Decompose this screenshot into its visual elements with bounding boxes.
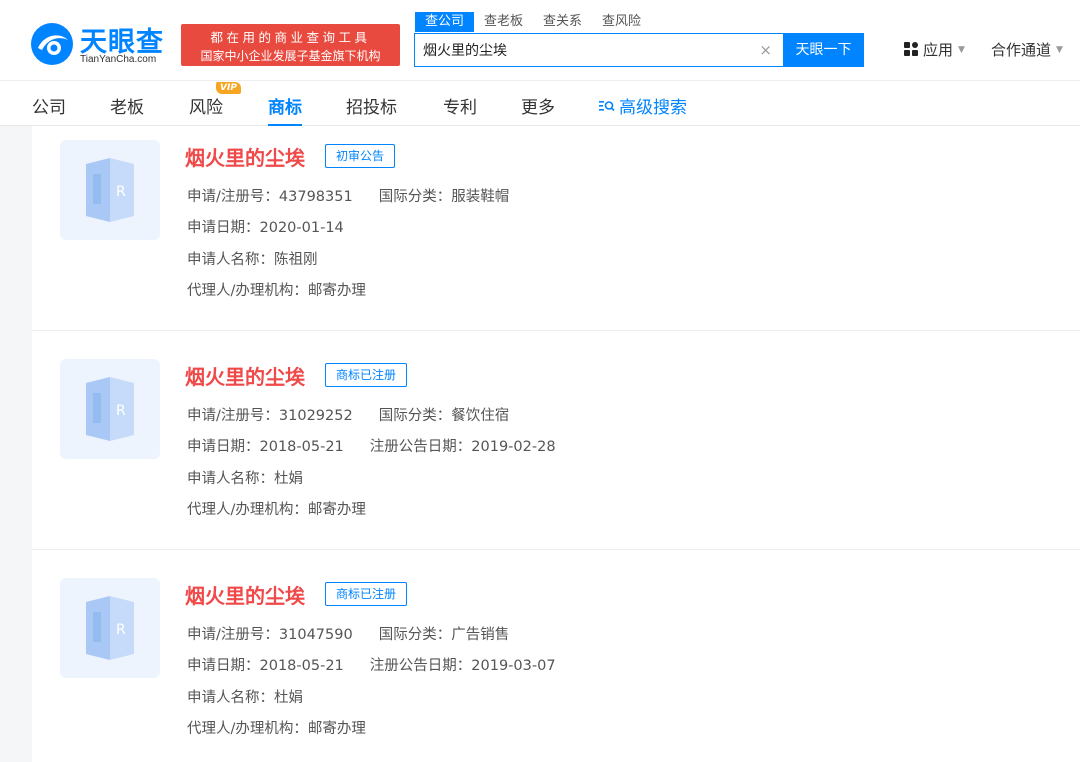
- date-label: 申请日期：: [187, 220, 260, 236]
- search-button[interactable]: 天眼一下: [783, 33, 864, 67]
- status-badge: 商标已注册: [325, 582, 408, 606]
- class-value: 服装鞋帽: [451, 189, 510, 205]
- clear-icon[interactable]: ×: [759, 41, 772, 59]
- top-header: 天眼查 TianYanCha.com 都在用的商业查询工具 国家中小企业发展子基…: [0, 0, 1080, 80]
- applicant-value: 陈祖刚: [274, 252, 318, 268]
- status-badge: 初审公告: [325, 144, 396, 168]
- search-tab-relation[interactable]: 查关系: [533, 12, 592, 32]
- agent-label: 代理人/办理机构：: [187, 721, 308, 737]
- class-value: 餐饮住宿: [451, 408, 510, 424]
- applicant-label: 申请人名称：: [187, 252, 274, 268]
- logo-eye-icon: [31, 23, 73, 65]
- applicant-row: 申请人名称：杜娟: [187, 686, 303, 707]
- agent-row: 代理人/办理机构：邮寄办理: [187, 498, 366, 519]
- advanced-search-icon: [599, 100, 615, 111]
- applicant-label: 申请人名称：: [187, 471, 274, 487]
- pub-date-label: 注册公告日期：: [369, 439, 472, 455]
- search-input[interactable]: [423, 34, 753, 65]
- reg-number: 31047590: [278, 627, 353, 643]
- agent-row: 代理人/办理机构：邮寄办理: [187, 279, 366, 300]
- class-label: 国际分类：: [378, 627, 452, 643]
- trademark-results-list: R 烟火里的尘埃 初审公告 申请/注册号：43798351 国际分类：服装鞋帽 申…: [32, 126, 1080, 762]
- reg-label: 申请/注册号：: [187, 189, 279, 205]
- search-box: ×: [414, 33, 784, 67]
- partners-label: 合作通道: [991, 41, 1052, 59]
- trademark-card[interactable]: R 烟火里的尘埃 商标已注册 申请/注册号：31047590 国际分类：广告销售 …: [32, 550, 1080, 762]
- trademark-book-icon: R: [86, 377, 134, 441]
- date-value: 2018-05-21: [259, 439, 344, 455]
- date-label: 申请日期：: [187, 658, 260, 674]
- applicant-value: 杜娟: [274, 690, 303, 706]
- apps-menu[interactable]: 应用 ▼: [904, 39, 965, 60]
- reg-row: 申请/注册号：31029252 国际分类：餐饮住宿: [187, 404, 509, 425]
- slogan-line-2: 国家中小企业发展子基金旗下机构: [200, 49, 381, 63]
- agent-value: 邮寄办理: [307, 502, 366, 518]
- trademark-name[interactable]: 烟火里的尘埃: [185, 142, 305, 171]
- trademark-name[interactable]: 烟火里的尘埃: [185, 361, 305, 390]
- reg-number: 43798351: [278, 189, 353, 205]
- class-value: 广告销售: [451, 627, 510, 643]
- agent-row: 代理人/办理机构：邮寄办理: [187, 717, 366, 738]
- date-row: 申请日期：2018-05-21 注册公告日期：2019-02-28: [187, 435, 556, 456]
- search-tab-company[interactable]: 查公司: [415, 12, 475, 32]
- date-label: 申请日期：: [187, 439, 260, 455]
- reg-label: 申请/注册号：: [187, 627, 279, 643]
- pub-date-value: 2019-02-28: [471, 439, 556, 455]
- logo-domain: TianYanCha.com: [80, 54, 157, 65]
- trademark-book-icon: R: [86, 158, 134, 222]
- partners-menu[interactable]: 合作通道 ▼: [991, 39, 1063, 60]
- reg-number: 31029252: [278, 408, 353, 424]
- svg-text:R: R: [116, 184, 126, 200]
- pub-date-value: 2019-03-07: [471, 658, 556, 674]
- applicant-row: 申请人名称：陈祖刚: [187, 248, 318, 269]
- trademark-book-icon: R: [86, 596, 134, 660]
- apps-label: 应用: [923, 41, 954, 59]
- agent-value: 邮寄办理: [307, 721, 366, 737]
- chevron-down-icon: ▼: [958, 44, 965, 55]
- class-label: 国际分类：: [378, 189, 452, 205]
- logo[interactable]: 天眼查 TianYanCha.com: [30, 20, 175, 66]
- applicant-row: 申请人名称：杜娟: [187, 467, 303, 488]
- agent-label: 代理人/办理机构：: [187, 283, 308, 299]
- applicant-label: 申请人名称：: [187, 690, 274, 706]
- svg-text:R: R: [116, 622, 126, 638]
- applicant-value: 杜娟: [274, 471, 303, 487]
- chevron-down-icon: ▼: [1056, 44, 1063, 55]
- search-tab-risk[interactable]: 查风险: [592, 12, 651, 32]
- status-badge: 商标已注册: [325, 363, 408, 387]
- reg-label: 申请/注册号：: [187, 408, 279, 424]
- svg-text:R: R: [116, 403, 126, 419]
- date-row: 申请日期：2020-01-14: [187, 216, 344, 237]
- agent-label: 代理人/办理机构：: [187, 502, 308, 518]
- trademark-thumbnail: R: [60, 359, 160, 459]
- slogan-line-1: 都在用的商业查询工具: [210, 30, 371, 45]
- trademark-card[interactable]: R 烟火里的尘埃 商标已注册 申请/注册号：31029252 国际分类：餐饮住宿 …: [32, 331, 1080, 550]
- trademark-thumbnail: R: [60, 578, 160, 678]
- date-value: 2018-05-21: [259, 658, 344, 674]
- agent-value: 邮寄办理: [307, 283, 366, 299]
- pub-date-label: 注册公告日期：: [369, 658, 472, 674]
- slogan-banner: 都在用的商业查询工具 国家中小企业发展子基金旗下机构: [181, 24, 400, 66]
- search-type-tabs: 查公司 查老板 查关系 查风险: [415, 12, 651, 32]
- vip-badge: VIP: [216, 82, 241, 94]
- trademark-thumbnail: R: [60, 140, 160, 240]
- apps-grid-icon: [904, 42, 919, 57]
- class-label: 国际分类：: [378, 408, 452, 424]
- reg-row: 申请/注册号：31047590 国际分类：广告销售: [187, 623, 509, 644]
- date-row: 申请日期：2018-05-21 注册公告日期：2019-03-07: [187, 654, 556, 675]
- trademark-card[interactable]: R 烟火里的尘埃 初审公告 申请/注册号：43798351 国际分类：服装鞋帽 申…: [32, 112, 1080, 331]
- reg-row: 申请/注册号：43798351 国际分类：服装鞋帽: [187, 185, 509, 206]
- search-tab-boss[interactable]: 查老板: [474, 12, 533, 32]
- trademark-name[interactable]: 烟火里的尘埃: [185, 580, 305, 609]
- date-value: 2020-01-14: [259, 220, 344, 236]
